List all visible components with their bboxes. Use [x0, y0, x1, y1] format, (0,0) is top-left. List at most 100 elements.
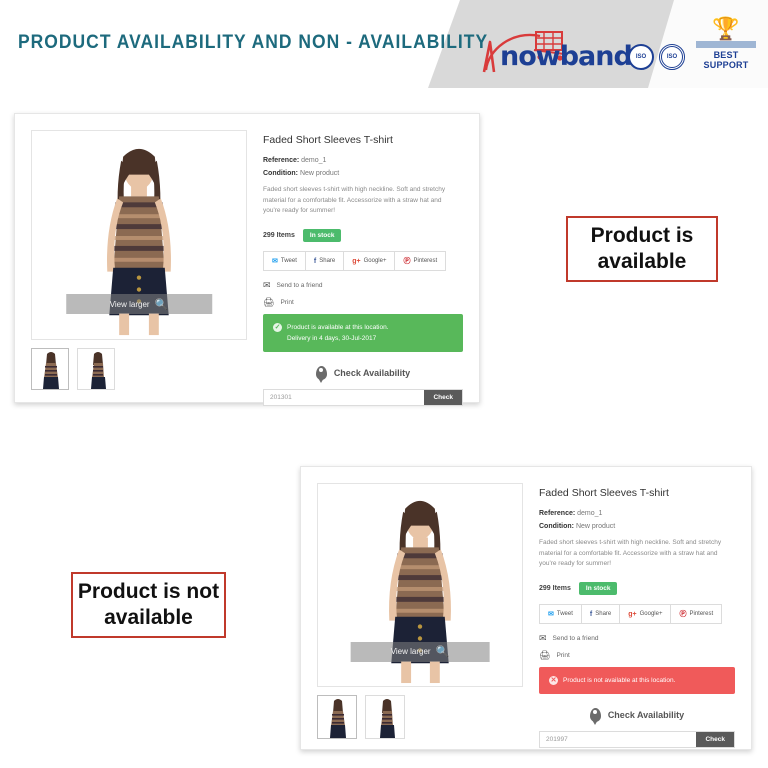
check-availability-heading-2: Check Availability: [539, 708, 735, 723]
reference-value-2: demo_1: [577, 510, 603, 517]
best-support-label: BEST SUPPORT: [703, 50, 749, 70]
availability-alert-error: ✕ Product is not available at this locat…: [539, 667, 735, 695]
product-condition-2: Condition: New product: [539, 523, 735, 530]
view-larger-overlay-2[interactable]: View larger 🔍: [350, 641, 490, 662]
zip-input-not-available[interactable]: [540, 732, 697, 748]
product-reference-2: Reference: demo_1: [539, 510, 735, 517]
pinterest-button-2[interactable]: Ⓟ Pinterest: [670, 604, 723, 625]
product-main-image-2[interactable]: View larger 🔍: [317, 483, 523, 687]
share-label: Share: [319, 258, 336, 265]
share-button[interactable]: f Share: [304, 251, 344, 272]
product-reference: Reference: demo_1: [263, 157, 463, 164]
magnifier-icon-2: 🔍: [435, 646, 450, 659]
check-availability-heading: Check Availability: [263, 366, 463, 381]
thumbnail-2[interactable]: [77, 348, 115, 390]
product-gallery: View larger 🔍: [15, 114, 259, 402]
google-plus-icon: g+: [352, 257, 361, 265]
check-button-not-available[interactable]: Check: [696, 732, 734, 748]
reference-label-2: Reference:: [539, 510, 576, 517]
pinterest-label: Pinterest: [413, 258, 438, 265]
callout-available-text: Product is available: [590, 223, 694, 273]
stock-row: 299 Items In stock: [263, 229, 463, 243]
google-plus-button-2[interactable]: g+ Google+: [619, 604, 671, 625]
callout-product-available: Product is available: [566, 216, 718, 282]
google-plus-button[interactable]: g+ Google+: [343, 251, 395, 272]
zip-input-available[interactable]: [264, 390, 425, 406]
thumbnail-2-1[interactable]: [317, 695, 357, 739]
stock-row-2: 299 Items In stock: [539, 582, 735, 596]
facebook-icon-2: f: [589, 610, 593, 618]
page-header: PRODUCT AVAILABILITY AND NON - AVAILABIL…: [0, 0, 768, 88]
product-card-available: View larger 🔍 Faded Short Sleeves T-shir…: [14, 113, 480, 407]
product-condition: Condition: New product: [263, 170, 463, 177]
product-main-image[interactable]: View larger 🔍: [31, 130, 247, 340]
product-info-available: Faded Short Sleeves T-shirt Reference: d…: [259, 114, 479, 407]
tweet-label-2: Tweet: [556, 611, 573, 618]
google-plus-icon-2: g+: [628, 610, 637, 618]
check-availability-label-2: Check Availability: [607, 710, 685, 721]
iso-standard-icon: ISO: [659, 44, 685, 70]
stock-badge-2: In stock: [578, 582, 618, 596]
thumbnail-image-1: [32, 349, 68, 389]
reference-label: Reference:: [263, 157, 300, 164]
stock-badge: In stock: [302, 229, 342, 243]
print-label: Print: [280, 299, 294, 307]
share-label-2: Share: [595, 611, 612, 618]
callout-not-available-text: Product is not available: [77, 579, 220, 629]
tweet-button-2[interactable]: ✉ Tweet: [539, 604, 581, 625]
product-description: Faded short sleeves t-shirt with high ne…: [263, 186, 446, 215]
send-to-friend-label-2: Send to a friend: [552, 635, 599, 643]
twitter-icon: ✉: [272, 258, 278, 266]
items-count: 299 Items: [263, 232, 295, 240]
product-title: Faded Short Sleeves T-shirt: [263, 134, 393, 146]
condition-value: New product: [299, 170, 340, 177]
check-circle-icon: ✓: [273, 323, 282, 333]
facebook-icon: f: [313, 257, 317, 265]
callout-product-not-available: Product is not available: [71, 572, 226, 638]
print-label-2: Print: [556, 652, 570, 660]
view-larger-label-2: View larger: [390, 647, 431, 657]
items-count-2: 299 Items: [539, 585, 571, 593]
condition-label-2: Condition:: [539, 523, 574, 530]
twitter-icon-2: ✉: [548, 611, 554, 619]
page-root: PRODUCT AVAILABILITY AND NON - AVAILABIL…: [0, 0, 768, 768]
view-larger-label: View larger: [109, 299, 150, 309]
thumbnail-strip: [31, 348, 247, 390]
tweet-button[interactable]: ✉ Tweet: [263, 251, 305, 272]
availability-alert-success: ✓ Product is available at this location.…: [263, 314, 463, 353]
condition-label: Condition:: [263, 170, 298, 177]
send-to-friend-link[interactable]: ✉ Send to a friend: [263, 280, 463, 291]
brand-wordmark: nowband: [500, 41, 633, 72]
knowband-logo: nowband: [478, 24, 633, 76]
pinterest-icon: Ⓟ: [403, 258, 411, 266]
zip-check-row-not-available: Check: [539, 731, 735, 749]
reference-value: demo_1: [301, 157, 327, 164]
google-plus-label-2: Google+: [639, 611, 663, 618]
thumbnail-1[interactable]: [31, 348, 69, 390]
availability-alert-text: Product is available at this location. D…: [287, 322, 389, 344]
iso-seal-icon: ISO: [628, 44, 654, 70]
alert-line-1: Product is available at this location.: [287, 324, 389, 332]
check-button-available[interactable]: Check: [424, 390, 462, 406]
product-gallery-2: View larger 🔍: [301, 467, 535, 749]
best-support-badge: 🏆 BEST SUPPORT: [690, 18, 762, 70]
certification-badges: ISO ISO 🏆 BEST SUPPORT: [628, 18, 762, 70]
thumbnail-2-2[interactable]: [365, 695, 405, 739]
alert-line-2: Delivery in 4 days, 30-Jul-2017: [287, 335, 377, 343]
print-link[interactable]: 🖨 Print: [263, 297, 463, 308]
condition-value-2: New product: [575, 523, 616, 530]
badge-pedestal: [696, 41, 756, 48]
send-to-friend-label: Send to a friend: [276, 282, 323, 290]
page-title: PRODUCT AVAILABILITY AND NON - AVAILABIL…: [18, 32, 489, 53]
zip-check-row-available: Check: [263, 389, 463, 407]
share-button-2[interactable]: f Share: [580, 604, 620, 625]
view-larger-overlay[interactable]: View larger 🔍: [66, 294, 212, 315]
social-share-row-2: ✉ Tweet f Share g+ Google+ Ⓟ Pinterest: [539, 604, 735, 625]
pinterest-button[interactable]: Ⓟ Pinterest: [394, 251, 447, 272]
thumbnail-image-2-2: [366, 696, 404, 738]
print-link-2[interactable]: 🖨 Print: [539, 650, 735, 661]
send-to-friend-link-2[interactable]: ✉ Send to a friend: [539, 633, 735, 644]
product-card-not-available: View larger 🔍 Faded Short Sleeves T-shir…: [300, 466, 752, 750]
trophy-icon: 🏆: [712, 16, 740, 41]
times-circle-icon: ✕: [549, 676, 558, 686]
